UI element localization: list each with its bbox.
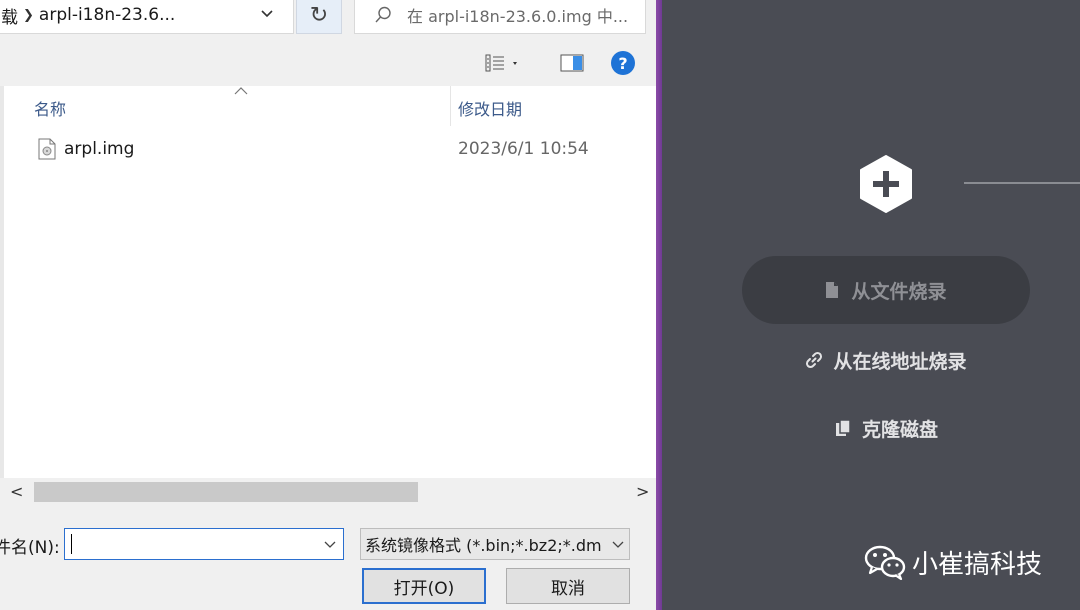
scroll-left-icon[interactable]: <: [10, 482, 23, 501]
breadcrumb-separator-icon: ❯: [23, 7, 34, 23]
preview-pane-icon[interactable]: [560, 53, 584, 73]
clone-drive-button[interactable]: 克隆磁盘: [742, 408, 1030, 448]
breadcrumb-previous[interactable]: 载: [0, 3, 18, 28]
watermark: 小崔搞科技: [864, 540, 1042, 584]
flash-from-url-label: 从在线地址烧录: [833, 350, 967, 373]
text-caret: [71, 534, 72, 554]
column-header-name[interactable]: 名称: [34, 96, 66, 120]
column-header-date[interactable]: 修改日期: [458, 96, 522, 120]
flash-from-file-label: 从文件烧录: [851, 280, 947, 303]
wechat-icon: [864, 545, 906, 580]
chevron-down-icon[interactable]: [323, 537, 337, 551]
dialog-toolbar: ?: [0, 40, 656, 86]
filename-input[interactable]: [64, 528, 344, 560]
search-placeholder: 在 arpl-i18n-23.6.0.img 中...: [407, 7, 629, 26]
step-connector-line: [964, 182, 1080, 184]
help-button[interactable]: ?: [611, 51, 635, 75]
scroll-right-icon[interactable]: >: [636, 482, 649, 501]
screen: 载 ❯ arpl-i18n-23.6... ↻ 在 arpl-i18n-23.6…: [0, 0, 1080, 610]
file-open-dialog: 载 ❯ arpl-i18n-23.6... ↻ 在 arpl-i18n-23.6…: [0, 0, 656, 610]
details-view-icon: [485, 54, 504, 72]
file-type-value: 系统镜像格式 (*.bin;*.bz2;*.dm: [365, 536, 602, 555]
open-button[interactable]: 打开(O): [362, 568, 486, 604]
flash-from-file-button[interactable]: 从文件烧录: [742, 256, 1030, 324]
search-input[interactable]: 在 arpl-i18n-23.6.0.img 中...: [354, 0, 646, 34]
column-divider[interactable]: [450, 86, 451, 126]
chevron-down-icon[interactable]: [259, 5, 275, 21]
watermark-text: 小崔搞科技: [912, 549, 1043, 580]
file-date: 2023/6/1 10:54: [458, 139, 589, 159]
disk-image-file-icon: [38, 138, 56, 160]
file-name: arpl.img: [64, 139, 135, 159]
add-image-icon[interactable]: [858, 154, 914, 214]
filename-label: 件名(N):: [0, 538, 60, 558]
chevron-down-icon[interactable]: [611, 537, 625, 551]
help-icon: ?: [618, 53, 628, 73]
cancel-button[interactable]: 取消: [506, 568, 630, 604]
file-type-select[interactable]: 系统镜像格式 (*.bin;*.bz2;*.dm: [360, 528, 630, 560]
address-bar[interactable]: 载 ❯ arpl-i18n-23.6...: [0, 0, 294, 34]
horizontal-scrollbar[interactable]: < >: [4, 478, 656, 506]
link-icon: [806, 351, 823, 369]
breadcrumb-current[interactable]: arpl-i18n-23.6...: [39, 5, 175, 25]
flasher-app: 从文件烧录 从在线地址烧录 克隆磁盘 小崔搞科技: [662, 0, 1080, 610]
file-list: 名称 修改日期 arpl.img 2023/6/1 10:54: [4, 86, 656, 478]
scrollbar-thumb[interactable]: [34, 482, 418, 502]
file-row[interactable]: arpl.img 2023/6/1 10:54: [34, 136, 644, 164]
flash-from-url-button[interactable]: 从在线地址烧录: [742, 340, 1030, 380]
refresh-button[interactable]: ↻: [296, 0, 342, 34]
clone-drive-label: 克隆磁盘: [861, 418, 938, 441]
copy-icon: [835, 419, 851, 436]
refresh-icon: ↻: [309, 2, 329, 28]
file-icon: [826, 282, 839, 298]
sort-ascending-icon: [234, 87, 248, 95]
search-icon: [375, 6, 391, 23]
change-view-button[interactable]: [484, 52, 534, 74]
caret-down-icon: [513, 62, 517, 65]
